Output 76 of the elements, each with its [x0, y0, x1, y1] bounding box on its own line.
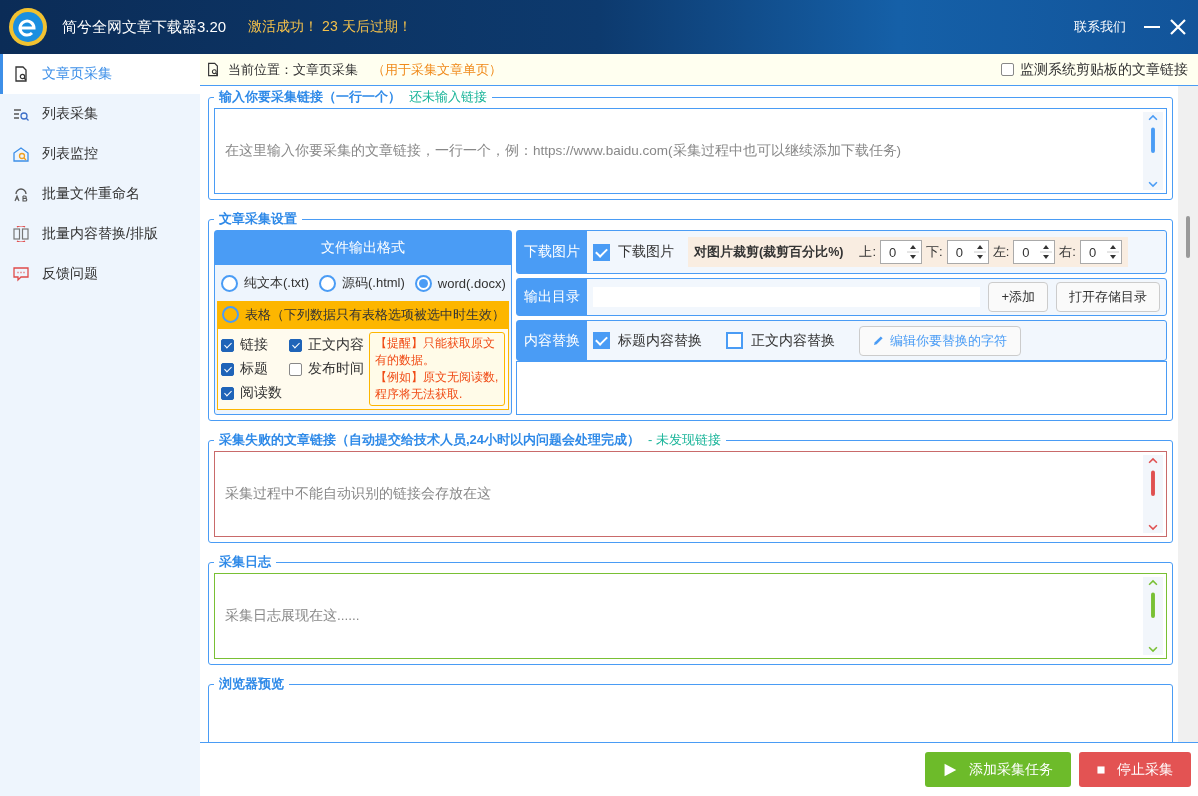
- checkbox-label[interactable]: 阅读数: [240, 384, 282, 402]
- document-search-icon: [13, 66, 29, 82]
- field-label: 左:: [992, 243, 1010, 261]
- breadcrumb-note: （用于采集文章单页）: [372, 60, 502, 79]
- checkbox-label[interactable]: 发布时间: [308, 360, 364, 378]
- checkbox[interactable]: [221, 362, 234, 376]
- failed-links-field[interactable]: 采集过程中不能自动识别的链接会存放在这: [214, 451, 1167, 537]
- close-icon[interactable]: [1168, 17, 1188, 37]
- section-title: 采集失败的文章链接（自动提交给技术人员,24小时以内问题会处理完成）: [219, 431, 641, 449]
- radio-button[interactable]: [414, 274, 432, 292]
- scrollbar[interactable]: [1178, 86, 1198, 742]
- sidebar-item[interactable]: 列表监控: [0, 134, 200, 174]
- pencil-icon: [873, 335, 884, 346]
- two-pages-icon: [13, 226, 29, 242]
- checkbox-label[interactable]: 链接: [240, 336, 268, 354]
- checkbox[interactable]: [726, 332, 743, 349]
- row-label: 下载图片: [517, 231, 587, 273]
- log-field[interactable]: 采集日志展现在这......: [214, 573, 1167, 659]
- row-label: 内容替换: [517, 321, 587, 360]
- section-title: 输入你要采集链接（一行一个）: [219, 88, 401, 106]
- breadcrumb-location: 文章页采集: [293, 60, 358, 79]
- stop-button[interactable]: 停止采集: [1079, 752, 1191, 787]
- letters-icon: [13, 186, 29, 202]
- link-input-field[interactable]: 在这里输入你要采集的文章链接，一行一个，例：https://www.baidu.com(采集过程中也可以继续添加下载任务): [214, 108, 1167, 194]
- checkbox-label[interactable]: 监测系统剪贴板的文章链接: [1020, 60, 1188, 79]
- document-search-icon: [206, 62, 220, 77]
- radio-button[interactable]: [222, 306, 239, 323]
- number-spinner[interactable]: 0: [946, 240, 989, 264]
- sidebar-item[interactable]: 列表采集: [0, 94, 200, 134]
- radio-label[interactable]: 表格（下列数据只有表格选项被选中时生效）: [245, 305, 505, 324]
- number-spinner[interactable]: 0: [1013, 240, 1056, 264]
- breadcrumb-label: 当前位置：: [228, 60, 293, 79]
- radio-label[interactable]: 源码(.html): [342, 274, 405, 292]
- checkbox[interactable]: [593, 243, 610, 261]
- sidebar-item[interactable]: 批量内容替换/排版: [0, 214, 200, 254]
- app-logo-icon: [8, 7, 48, 47]
- section-status: 还未输入链接: [409, 88, 487, 106]
- activation-status: 激活成功！ 23 天后过期！: [248, 18, 412, 36]
- checkbox[interactable]: [1001, 63, 1014, 76]
- window-title: 简兮全网文章下载器3.20: [62, 17, 227, 37]
- radio-label[interactable]: word(.docx): [437, 275, 506, 291]
- contact-link[interactable]: 联系我们: [1074, 18, 1126, 36]
- field-label: 上:: [859, 243, 877, 261]
- checkbox-label[interactable]: 正文内容: [308, 336, 364, 354]
- field-label: 下:: [926, 243, 943, 261]
- radio-button[interactable]: [221, 274, 238, 292]
- row-label: 输出目录: [517, 279, 587, 315]
- button[interactable]: 打开存储目录: [1056, 282, 1160, 312]
- sidebar-item[interactable]: 文章页采集: [0, 54, 200, 94]
- checkbox-label[interactable]: 标题: [240, 360, 268, 378]
- radio-button[interactable]: [319, 274, 336, 292]
- number-spinner[interactable]: 0: [880, 240, 923, 264]
- checkbox[interactable]: [221, 338, 234, 352]
- checkbox-label[interactable]: 下载图片: [618, 243, 674, 261]
- checkbox-label[interactable]: 正文内容替换: [751, 331, 835, 350]
- speech-bubble-icon: [13, 266, 29, 282]
- number-spinner[interactable]: 0: [1079, 240, 1122, 264]
- sidebar-item[interactable]: 批量文件重命名: [0, 174, 200, 214]
- warning-note: 【提醒】只能获取原文有的数据。 【例如】原文无阅读数,程序将无法获取.: [369, 332, 505, 406]
- checkbox[interactable]: [593, 332, 610, 349]
- button[interactable]: +添加: [988, 282, 1048, 312]
- checkbox[interactable]: [289, 338, 302, 352]
- field-label: 右:: [1059, 243, 1076, 261]
- radio-label[interactable]: 纯文本(.txt): [244, 274, 309, 292]
- section-title: 文章采集设置: [219, 210, 297, 228]
- section-title: 采集日志: [219, 553, 271, 571]
- panel-header: 文件输出格式: [215, 231, 511, 265]
- house-search-icon: [13, 146, 29, 162]
- checkbox[interactable]: [221, 386, 234, 400]
- crop-title: 对图片裁剪(裁剪百分比%): [694, 243, 844, 261]
- section-status: - 未发现链接: [648, 431, 722, 449]
- sidebar-item[interactable]: 反馈问题: [0, 254, 200, 294]
- checkbox[interactable]: [289, 362, 302, 376]
- checkbox-label[interactable]: 标题内容替换: [618, 331, 702, 350]
- list-search-icon: [13, 106, 29, 122]
- section-title: 浏览器预览: [219, 675, 284, 693]
